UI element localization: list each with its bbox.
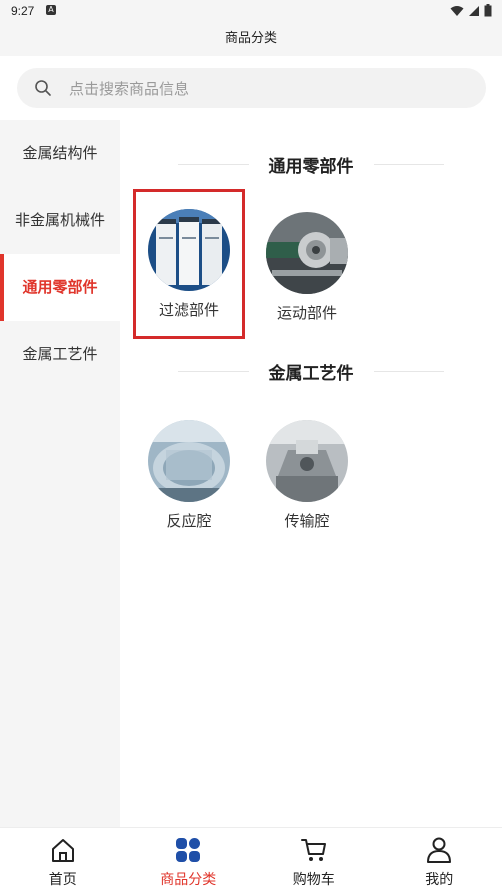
tab-category[interactable]: 商品分类 [126,828,252,892]
category-content: 通用零部件 过滤部件 运动部件 金属工艺件 反应腔 传输腔 [120,120,502,827]
sidebar-item-metal-craft[interactable]: 金属工艺件 [0,321,120,388]
product-item-transfer-chamber[interactable]: 传输腔 [251,400,363,550]
section-title-text: 通用零部件 [268,156,354,177]
tab-profile[interactable]: 我的 [377,828,502,892]
tab-home[interactable]: 首页 [0,828,126,892]
sidebar-item-metal-structure[interactable]: 金属结构件 [0,120,120,187]
product-item-label: 传输腔 [284,512,330,530]
signal-icon [469,5,479,16]
tab-cart[interactable]: 购物车 [251,828,377,892]
page-title: 商品分类 [224,31,277,46]
status-bar: 9:27 A [0,0,502,22]
section-title-metal-craft: 金属工艺件 [178,359,444,384]
search-icon [35,80,51,96]
sidebar-item-general-parts[interactable]: 通用零部件 [0,254,120,321]
battery-icon [484,4,492,17]
product-item-motion-parts[interactable]: 运动部件 [251,192,363,342]
sidebar-item-nonmetal-mechanical[interactable]: 非金属机械件 [0,187,120,254]
status-time: 9:27 [11,4,35,18]
home-icon [51,839,74,862]
tab-label: 首页 [48,872,77,888]
notification-icon: A [46,5,56,15]
search-area: 点击搜索商品信息 [0,56,502,120]
motion-parts-image [266,212,348,294]
app-root: 9:27 A 商品分类 点击搜索商品信息 金属结构件 非金属机械件 通用零部件 … [0,0,502,892]
divider [373,370,444,372]
product-item-label: 过滤部件 [158,301,219,319]
tab-label: 商品分类 [160,872,217,888]
tab-label: 购物车 [292,872,335,888]
divider [178,370,249,372]
category-icon [176,838,201,862]
category-sidebar: 金属结构件 非金属机械件 通用零部件 金属工艺件 [0,120,120,827]
section-title-text: 金属工艺件 [268,363,354,384]
product-item-filter-parts[interactable]: 过滤部件 [133,189,245,339]
divider [178,163,249,165]
bottom-tab-bar: 首页 商品分类 购物车 我的 [0,827,502,892]
search-input[interactable]: 点击搜索商品信息 [17,68,486,108]
filter-parts-image [148,209,230,291]
divider [373,163,444,165]
system-icons [450,4,492,17]
product-item-label: 运动部件 [276,304,337,322]
search-placeholder: 点击搜索商品信息 [69,79,190,98]
transfer-chamber-image [266,420,348,502]
user-icon [427,837,452,863]
product-item-reaction-chamber[interactable]: 反应腔 [133,400,245,550]
section-title-general-parts: 通用零部件 [178,152,444,177]
reaction-chamber-image [148,420,230,502]
tab-label: 我的 [425,872,454,888]
cart-icon [300,839,326,861]
product-item-label: 反应腔 [166,512,212,530]
wifi-icon [450,5,464,16]
